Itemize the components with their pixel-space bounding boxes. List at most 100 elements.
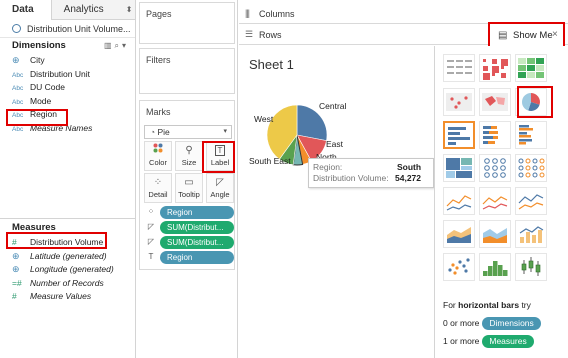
chart-type-text-table[interactable] (443, 54, 475, 82)
mark-tooltip: Region: South Distribution Volume: 54,272 (308, 158, 434, 188)
chart-type-scatter[interactable] (443, 253, 475, 281)
text-table-icon (447, 60, 472, 74)
field-number-of-records[interactable]: =# Number of Records (0, 277, 136, 291)
chart-type-area-disc[interactable] (479, 220, 511, 248)
chart-type-histogram[interactable] (479, 253, 511, 281)
field-city[interactable]: ⊕ City (0, 54, 135, 68)
search-icon[interactable]: ⌕ (115, 41, 122, 50)
show-me-hint: For horizontal bars try (443, 300, 531, 310)
dimensions-tools[interactable]: ▥⌕▾ (104, 38, 129, 54)
marks-card: Marks ◔ Pie ▾ Color ⚲ Size T Label ⁘ Det… (139, 100, 235, 270)
box-whisker-icon (521, 257, 541, 276)
angle-icon: ◸ (216, 177, 224, 188)
side-by-side-circle-icon (518, 158, 545, 178)
columns-icon: ||| (245, 8, 250, 18)
columns-shelf[interactable]: ||| Columns (239, 4, 568, 24)
chart-type-circle-view[interactable] (479, 154, 511, 182)
req1-prefix: 0 or more (443, 318, 480, 328)
data-pane: Data Analytics ⬍ Distribution Unit Volum… (0, 0, 136, 358)
measures-pill: Measures (482, 335, 534, 348)
histogram-icon (483, 261, 508, 276)
chart-type-dual-combo[interactable] (515, 220, 547, 248)
chart-type-treemap[interactable] (443, 154, 475, 182)
marks-pill-row: T Region (144, 251, 234, 265)
field-measure-values[interactable]: # Measure Values (0, 290, 136, 304)
tab-analytics[interactable]: Analytics (52, 0, 123, 20)
pie-label-central: Central (319, 101, 347, 111)
field-pill[interactable]: Region (160, 206, 234, 219)
globe-icon: ⊕ (12, 55, 20, 65)
string-type-icon: Abc (12, 98, 24, 106)
field-du-code[interactable]: Abc DU Code (0, 81, 135, 95)
detail-button[interactable]: ⁘ Detail (144, 173, 172, 203)
dots-encoding-icon[interactable]: ⁘ (146, 207, 156, 216)
dual-combo-icon (519, 226, 544, 243)
tab-data[interactable]: Data (0, 0, 52, 20)
angle-button[interactable]: ◸ Angle (206, 173, 234, 203)
field-longitude-generated[interactable]: ⊕ Longitude (generated) (0, 263, 136, 277)
field-pill[interactable]: SUM(Distribut... (160, 236, 234, 249)
chart-type-highlight-table[interactable] (515, 54, 547, 82)
pie-mark-icon: ◔ (150, 127, 158, 137)
chart-type-hbar[interactable] (443, 121, 475, 149)
chart-type-stacked-hbar[interactable] (479, 121, 511, 149)
grid-view-icon[interactable]: ▥ (104, 41, 115, 50)
chart-type-side-by-side-bar[interactable] (515, 121, 547, 149)
highlight-table-icon (518, 58, 544, 78)
highlight-pie-chart-thumb (517, 86, 553, 118)
string-type-icon: Abc (12, 71, 24, 79)
field-name: Longitude (generated) (30, 264, 114, 274)
area-cont-icon (447, 227, 471, 243)
color-icon (145, 142, 171, 158)
chart-type-filled-map[interactable] (479, 88, 511, 116)
label-encoding-icon[interactable]: T (146, 252, 156, 261)
chart-type-line-cont[interactable] (443, 187, 475, 215)
menu-caret-icon[interactable]: ▾ (122, 41, 129, 50)
size-icon: ⚲ (185, 145, 193, 156)
filters-label: Filters (146, 55, 171, 65)
hint-chart-name: horizontal bars (458, 300, 520, 310)
angle-encoding-icon[interactable]: ◸ (146, 222, 156, 231)
marks-label: Marks (146, 107, 171, 117)
tooltip-button-label: Tooltip (178, 190, 200, 199)
chart-type-dual-line[interactable] (515, 187, 547, 215)
field-latitude-generated[interactable]: ⊕ Latitude (generated) (0, 250, 136, 264)
field-pill[interactable]: SUM(Distribut... (160, 221, 234, 234)
chart-type-side-by-side-circle[interactable] (515, 154, 547, 182)
datasource-item[interactable]: Distribution Unit Volume... (0, 20, 135, 38)
tooltip-button[interactable]: ▭ Tooltip (175, 173, 203, 203)
size-button[interactable]: ⚲ Size (175, 141, 203, 171)
marks-pill-row: ◸ SUM(Distribut... (144, 236, 234, 250)
field-name: Distribution Unit (30, 68, 90, 79)
marks-pill-row: ◸ SUM(Distribut... (144, 221, 234, 235)
stacked-hbar-icon (483, 126, 498, 144)
color-button[interactable]: Color (144, 141, 172, 171)
line-cont-icon (446, 195, 472, 211)
field-distribution-unit[interactable]: Abc Distribution Unit (0, 68, 135, 82)
mark-type-dropdown[interactable]: ◔ Pie ▾ (144, 125, 232, 139)
field-mode[interactable]: Abc Mode (0, 95, 135, 109)
pages-card[interactable]: Pages (139, 2, 235, 44)
chart-type-box-whisker[interactable] (515, 253, 547, 281)
number-type-icon: =# (12, 277, 22, 288)
tab-menu-icon[interactable]: ⬍ (123, 0, 135, 19)
chart-type-line-disc[interactable] (479, 187, 511, 215)
heat-map-icon (483, 59, 508, 80)
chart-type-symbol-map[interactable] (443, 88, 475, 116)
angle-encoding-icon[interactable]: ◸ (146, 237, 156, 246)
sheet-title[interactable]: Sheet 1 (249, 57, 294, 72)
pages-label: Pages (146, 9, 172, 19)
highlight-label-button (202, 141, 235, 173)
data-pane-tabs: Data Analytics ⬍ (0, 0, 135, 20)
detail-icon: ⁘ (153, 177, 163, 188)
circle-view-icon (484, 158, 506, 178)
field-name: Number of Records (30, 277, 104, 288)
tooltip-volume-value: 54,272 (395, 173, 421, 183)
req2-prefix: 1 or more (443, 336, 480, 346)
show-me-requirement-measures: 1 or more Measures (443, 335, 534, 348)
filters-card[interactable]: Filters (139, 48, 235, 94)
view-canvas[interactable]: Sheet 1 West Central East North South Ea… (239, 46, 434, 358)
chart-type-area-cont[interactable] (443, 220, 475, 248)
field-pill[interactable]: Region (160, 251, 234, 264)
chart-type-heat-map[interactable] (479, 54, 511, 82)
